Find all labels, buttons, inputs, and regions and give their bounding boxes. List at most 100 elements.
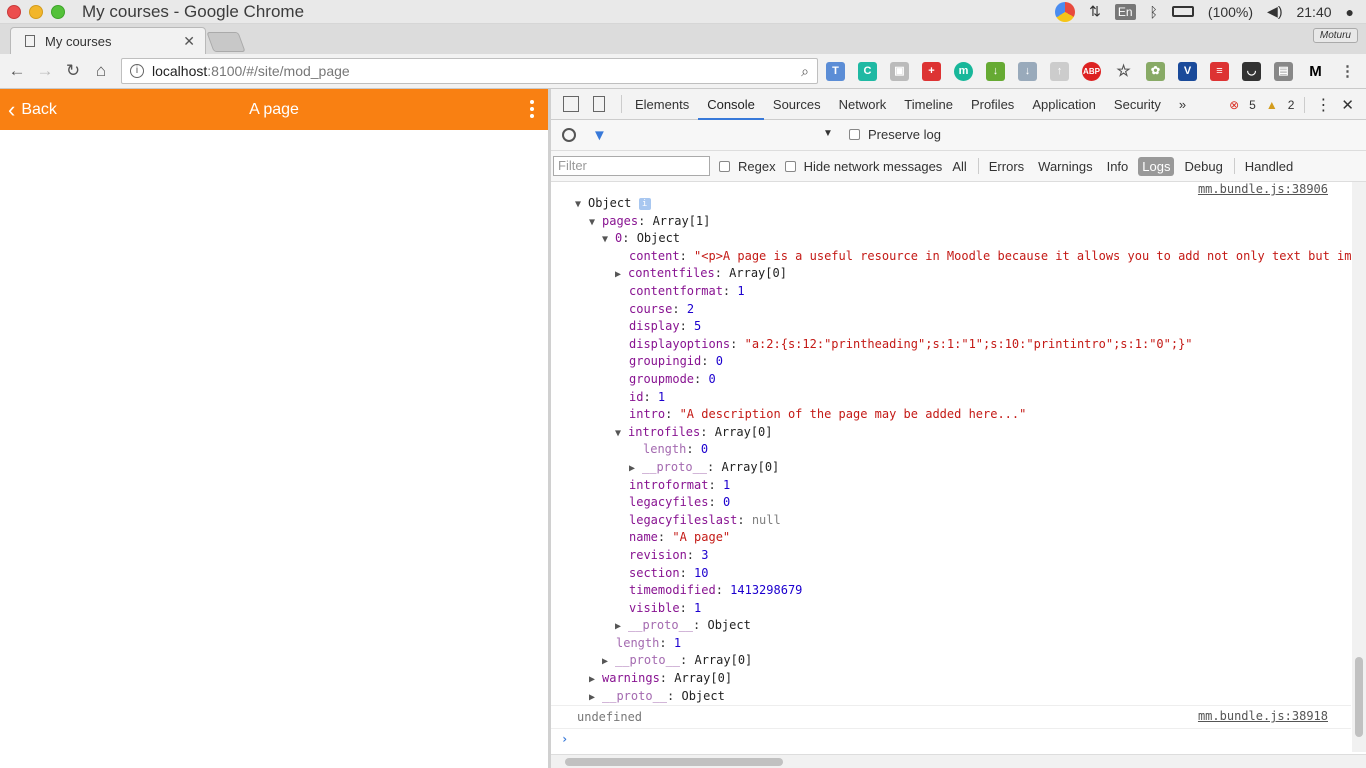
search-icon[interactable]: ⌕ (801, 63, 809, 80)
device-toolbar-icon[interactable] (593, 96, 605, 112)
adblock-extension-icon[interactable]: ABP (1082, 62, 1101, 81)
tab-network[interactable]: Network (830, 89, 896, 120)
plus-extension-icon[interactable]: + (922, 62, 941, 81)
expand-triangle-icon[interactable]: ▶ (589, 689, 602, 706)
tree-row[interactable]: contentformat: 1 (629, 283, 745, 300)
close-window-button[interactable] (7, 4, 21, 19)
minimize-window-button[interactable] (29, 4, 43, 19)
scrollbar-thumb[interactable] (565, 758, 783, 766)
info-badge-icon[interactable]: i (638, 197, 651, 210)
address-bar[interactable]: i localhost :8100/#/site/mod_page ⌕ (121, 58, 818, 84)
forward-arrow-icon[interactable]: → (31, 61, 59, 81)
tree-row[interactable]: ▶ contentfiles: Array[0] (615, 265, 787, 282)
language-indicator[interactable]: En (1114, 3, 1136, 20)
plant-extension-icon[interactable]: ✿ (1146, 62, 1165, 81)
tree-row[interactable]: id: 1 (629, 389, 665, 406)
tree-row[interactable]: intro: "A description of the page may be… (629, 406, 1026, 423)
todoist-extension-icon[interactable]: ≡ (1210, 62, 1229, 81)
source-link[interactable]: mm.bundle.js:38918 (1198, 709, 1328, 723)
tab-profiles[interactable]: Profiles (962, 89, 1023, 120)
preserve-log-checkbox[interactable] (849, 129, 860, 140)
inspect-element-icon[interactable] (563, 96, 579, 112)
hide-network-option[interactable]: Hide network messages (784, 159, 942, 174)
tree-row[interactable]: ▼ introfiles: Array[0] (615, 424, 773, 441)
preserve-log-option[interactable]: Preserve log (849, 127, 941, 142)
tree-row[interactable]: revision: 3 (629, 547, 708, 564)
error-icon[interactable]: ⊗ (1229, 98, 1239, 112)
expand-triangle-icon[interactable]: ▼ (602, 231, 615, 248)
level-errors[interactable]: Errors (985, 157, 1028, 176)
expand-triangle-icon[interactable]: ▶ (615, 266, 628, 283)
warning-icon[interactable]: ▲ (1266, 98, 1278, 112)
hide-network-checkbox[interactable] (784, 160, 796, 172)
star-icon[interactable]: ☆ (1114, 62, 1133, 81)
horizontal-scrollbar[interactable] (551, 754, 1366, 768)
v-extension-icon[interactable]: V (1178, 62, 1197, 81)
scrollbar-thumb[interactable] (1355, 657, 1363, 737)
filter-input[interactable]: Filter (553, 156, 710, 176)
tab-security[interactable]: Security (1105, 89, 1170, 120)
level-logs[interactable]: Logs (1138, 156, 1175, 176)
close-devtools-icon[interactable]: ✕ (1341, 96, 1354, 114)
tree-row[interactable]: name: "A page" (629, 529, 730, 546)
level-debug[interactable]: Debug (1180, 157, 1226, 176)
tree-row[interactable]: visible: 1 (629, 600, 701, 617)
tree-row[interactable]: ▼ 0: Object (602, 230, 680, 247)
filter-icon[interactable]: ▼ (592, 127, 607, 144)
expand-triangle-icon[interactable]: ▶ (615, 618, 628, 635)
network-icon[interactable]: ⇅ (1089, 3, 1101, 20)
expand-triangle-icon[interactable]: ▶ (629, 460, 642, 477)
tree-row[interactable]: ▼ Object i (575, 195, 651, 212)
tree-row[interactable]: course: 2 (629, 301, 694, 318)
tree-row[interactable]: legacyfileslast: null (629, 512, 781, 529)
box-extension-icon[interactable]: ▤ (1274, 62, 1293, 81)
chrome-menu-icon[interactable]: ⋮ (1338, 62, 1357, 81)
tree-row[interactable]: ▶ __proto__: Object (589, 688, 725, 705)
tree-row[interactable]: content: "<p>A page is a useful resource… (629, 248, 1351, 265)
reload-icon[interactable]: ↻ (59, 61, 87, 81)
tree-row[interactable]: ▶ __proto__: Object (615, 617, 751, 634)
regex-option[interactable]: Regex (719, 159, 776, 174)
more-tabs-icon[interactable]: » (1170, 89, 1195, 120)
tree-row[interactable]: displayoptions: "a:2:{s:12:"printheading… (629, 336, 1193, 353)
pocket-extension-icon[interactable]: ◡ (1242, 62, 1261, 81)
new-tab-button[interactable] (206, 32, 246, 52)
tab-timeline[interactable]: Timeline (895, 89, 962, 120)
tree-row[interactable]: ▼ pages: Array[1] (589, 213, 710, 230)
tab-my-courses[interactable]: My courses ✕ (10, 27, 206, 54)
translate-extension-icon[interactable]: T (826, 62, 845, 81)
tree-row[interactable]: ▶ warnings: Array[0] (589, 670, 732, 687)
expand-triangle-icon[interactable]: ▶ (589, 671, 602, 688)
expand-triangle-icon[interactable]: ▶ (602, 653, 615, 670)
back-button[interactable]: ‹ Back (8, 98, 57, 121)
image-extension-icon[interactable]: ▣ (890, 62, 909, 81)
apple-icon[interactable]: ● (1346, 4, 1354, 20)
tree-row[interactable]: introformat: 1 (629, 477, 730, 494)
upload-extension-icon[interactable]: ↑ (1050, 62, 1069, 81)
profile-button[interactable]: Moturu (1312, 28, 1358, 43)
level-warnings[interactable]: Warnings (1034, 157, 1096, 176)
medium-extension-icon[interactable]: M (1306, 62, 1325, 81)
expand-triangle-icon[interactable]: ▼ (615, 425, 628, 442)
tree-row[interactable]: groupmode: 0 (629, 371, 716, 388)
expand-triangle-icon[interactable]: ▼ (589, 214, 602, 231)
regex-checkbox[interactable] (719, 160, 730, 172)
tree-row[interactable]: legacyfiles: 0 (629, 494, 730, 511)
tree-row[interactable]: groupingid: 0 (629, 353, 723, 370)
devtools-menu-icon[interactable]: ⋮ (1315, 95, 1331, 115)
level-info[interactable]: Info (1103, 157, 1133, 176)
tab-elements[interactable]: Elements (626, 89, 698, 120)
console-prompt[interactable]: › (561, 731, 568, 748)
vertical-scrollbar[interactable] (1352, 182, 1366, 752)
download-arrow-extension-icon[interactable]: ↓ (1018, 62, 1037, 81)
tab-console[interactable]: Console (698, 89, 764, 120)
home-icon[interactable]: ⌂ (87, 61, 115, 81)
chrome-icon[interactable] (1055, 1, 1076, 22)
expand-triangle-icon[interactable]: ▼ (575, 196, 588, 213)
tree-row[interactable]: timemodified: 1413298679 (629, 582, 802, 599)
tree-row[interactable]: ▶ __proto__: Array[0] (602, 652, 752, 669)
tab-sources[interactable]: Sources (764, 89, 830, 120)
tree-row[interactable]: ▶ __proto__: Array[0] (629, 459, 779, 476)
m-extension-icon[interactable]: m (954, 62, 973, 81)
maximize-window-button[interactable] (51, 4, 65, 19)
